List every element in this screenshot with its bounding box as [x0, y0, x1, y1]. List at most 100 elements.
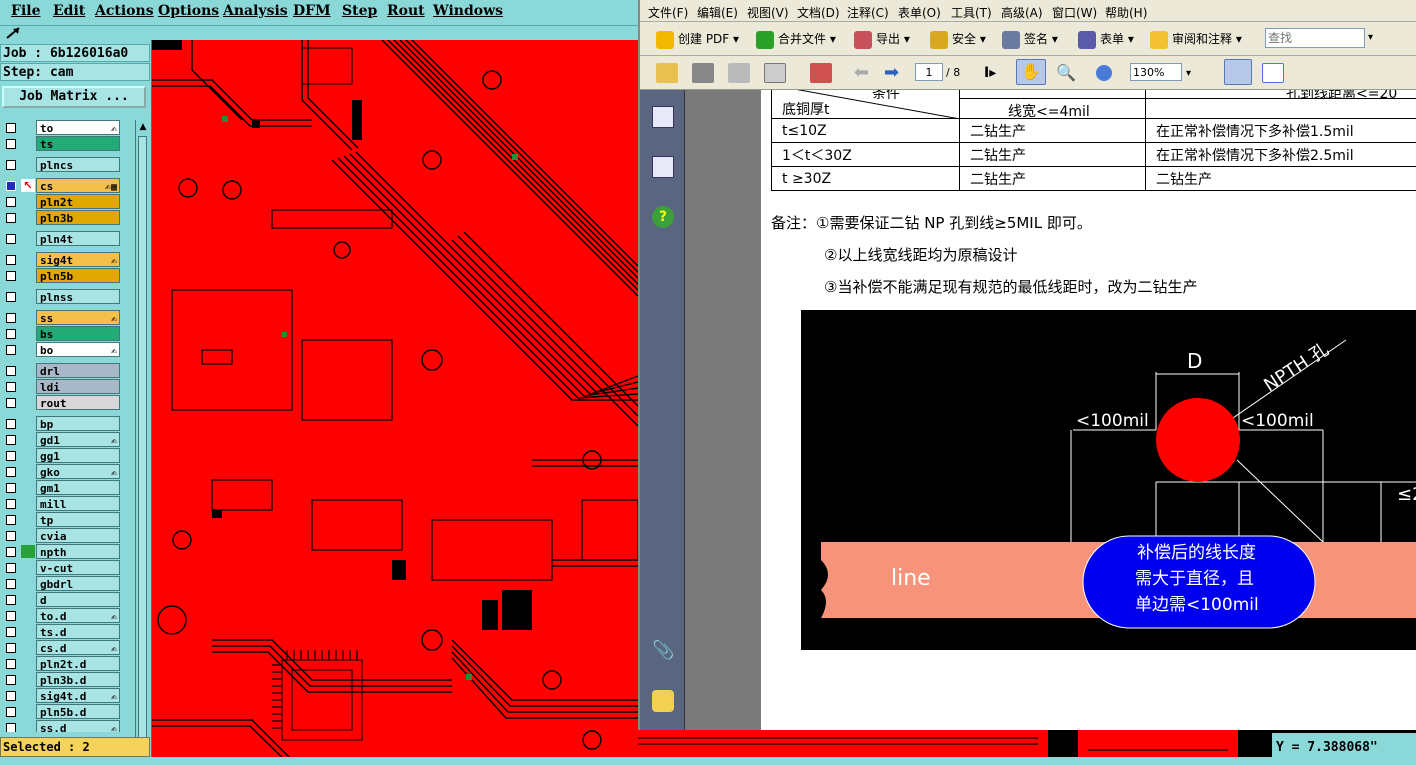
layer-checkbox[interactable]	[6, 515, 16, 525]
cam-menu-windows[interactable]: Windows	[433, 3, 503, 19]
layer-checkbox[interactable]	[6, 579, 16, 589]
pcb-graphics-canvas[interactable]	[152, 40, 638, 765]
security-button[interactable]: 安全 ▾	[930, 28, 986, 50]
layer-checkbox[interactable]	[6, 234, 16, 244]
export-button[interactable]: 导出 ▾	[854, 28, 910, 50]
text-select-icon[interactable]: I▸	[984, 63, 1006, 83]
layer-row-pln2t[interactable]: pln2t	[2, 194, 122, 209]
layer-checkbox[interactable]	[6, 139, 16, 149]
layer-checkbox[interactable]	[6, 213, 16, 223]
layer-row-gd1[interactable]: gd1 ✍	[2, 432, 122, 447]
layer-checkbox[interactable]	[6, 595, 16, 605]
layer-row-cs-d[interactable]: cs.d ✍	[2, 640, 122, 655]
zoom-dropdown-icon[interactable]: ▾	[1186, 68, 1191, 79]
layer-checkbox[interactable]	[6, 382, 16, 392]
search-input[interactable]	[1265, 28, 1365, 48]
scroll-up-icon[interactable]: ▲	[137, 122, 149, 134]
layer-row-ss[interactable]: ss ✍	[2, 310, 122, 325]
cam-menu-edit[interactable]: Edit	[53, 3, 85, 19]
layer-checkbox[interactable]	[6, 531, 16, 541]
layer-row-gbdrl[interactable]: gbdrl	[2, 576, 122, 591]
pages-icon[interactable]	[652, 106, 674, 128]
layer-row-ldi[interactable]: ldi	[2, 379, 122, 394]
attachments-icon[interactable]: 📎	[652, 640, 674, 662]
layer-checkbox[interactable]	[6, 563, 16, 573]
layer-checkbox[interactable]	[6, 123, 16, 133]
layer-checkbox[interactable]	[6, 419, 16, 429]
scroll-thumb[interactable]	[138, 136, 147, 746]
cam-menu-file[interactable]: File	[11, 3, 40, 19]
layer-checkbox[interactable]	[6, 329, 16, 339]
signatures-icon[interactable]	[652, 156, 674, 178]
layer-row-pln3b[interactable]: pln3b	[2, 210, 122, 225]
review-comment-button[interactable]: 审阅和注释 ▾	[1150, 28, 1242, 50]
reader-menu-file[interactable]: 文件(F)	[648, 4, 688, 21]
layer-row-cvia[interactable]: cvia	[2, 528, 122, 543]
layer-row-rout[interactable]: rout	[2, 395, 122, 410]
reader-menu-tools[interactable]: 工具(T)	[951, 4, 992, 21]
merge-files-button[interactable]: 合并文件 ▾	[756, 28, 836, 50]
layer-checkbox[interactable]	[6, 499, 16, 509]
next-page-icon[interactable]: ➡	[884, 63, 906, 83]
print-icon[interactable]	[692, 63, 714, 83]
layer-row-sig4t-d[interactable]: sig4t.d ✍	[2, 688, 122, 703]
create-pdf-button[interactable]: 创建 PDF ▾	[656, 28, 739, 50]
cam-menu-analysis[interactable]: Analysis	[223, 3, 288, 19]
cam-menu-options[interactable]: Options	[158, 3, 219, 19]
layer-row-cs[interactable]: ↖ cs ✍▦	[2, 178, 122, 193]
sign-button[interactable]: 签名 ▾	[1002, 28, 1058, 50]
full-screen-icon[interactable]	[1262, 63, 1284, 83]
layer-row-ts-d[interactable]: ts.d	[2, 624, 122, 639]
pdf-info-icon[interactable]	[810, 63, 832, 83]
reader-menu-help[interactable]: 帮助(H)	[1105, 4, 1147, 21]
layer-row-pln5b[interactable]: pln5b	[2, 268, 122, 283]
layer-checkbox[interactable]	[6, 467, 16, 477]
layer-checkbox[interactable]	[6, 723, 16, 732]
cam-menu-rout[interactable]: Rout	[387, 3, 425, 19]
layer-checkbox[interactable]	[6, 197, 16, 207]
zoom-out-icon[interactable]	[1096, 65, 1112, 81]
layer-checkbox[interactable]	[6, 435, 16, 445]
cam-menu-step[interactable]: Step	[342, 3, 377, 19]
layer-checkbox[interactable]	[6, 627, 16, 637]
zoom-tool-icon[interactable]: 🔍	[1056, 63, 1078, 83]
reader-menu-document[interactable]: 文档(D)	[797, 4, 840, 21]
page-number-input[interactable]	[915, 63, 943, 81]
layer-row-gko[interactable]: gko ✍	[2, 464, 122, 479]
layer-row-mill[interactable]: mill	[2, 496, 122, 511]
layer-row-d[interactable]: d	[2, 592, 122, 607]
layer-checkbox[interactable]	[6, 398, 16, 408]
hand-tool-icon[interactable]: ✋	[1016, 59, 1046, 85]
reader-menu-view[interactable]: 视图(V)	[747, 4, 789, 21]
document-viewport[interactable]: 条件 底铜厚t 线宽<=4mil 孔到线距离<=20 t≤10Z 二钻生产 在正…	[685, 90, 1416, 730]
layer-row-bs[interactable]: bs	[2, 326, 122, 341]
save-icon[interactable]	[728, 63, 750, 83]
layer-checkbox[interactable]	[6, 483, 16, 493]
reader-menu-forms[interactable]: 表单(O)	[898, 4, 941, 21]
reader-menu-window[interactable]: 窗口(W)	[1052, 4, 1097, 21]
layer-checkbox[interactable]	[6, 160, 16, 170]
open-folder-icon[interactable]	[656, 63, 678, 83]
layer-row-bo[interactable]: bo ✍	[2, 342, 122, 357]
layer-row-pln4t[interactable]: pln4t	[2, 231, 122, 246]
layer-row-pln5b-d[interactable]: pln5b.d	[2, 704, 122, 719]
layer-row-ss-d[interactable]: ss.d ✍	[2, 720, 122, 732]
layer-row-npth[interactable]: npth	[2, 544, 122, 559]
layer-checkbox[interactable]	[6, 675, 16, 685]
layer-row-pln2t-d[interactable]: pln2t.d	[2, 656, 122, 671]
layer-row-pln3b-d[interactable]: pln3b.d	[2, 672, 122, 687]
layer-checkbox[interactable]	[6, 271, 16, 281]
zoom-level-input[interactable]	[1130, 63, 1182, 81]
layer-checkbox[interactable]	[6, 181, 16, 191]
comments-icon[interactable]	[652, 690, 674, 712]
layer-scrollbar[interactable]: ▲ ▼	[135, 120, 149, 765]
layer-checkbox[interactable]	[6, 292, 16, 302]
layer-checkbox[interactable]	[6, 611, 16, 621]
layer-checkbox[interactable]	[6, 366, 16, 376]
layer-checkbox[interactable]	[6, 255, 16, 265]
layer-row-tp[interactable]: tp	[2, 512, 122, 527]
layer-checkbox[interactable]	[6, 547, 16, 557]
arrow-cursor-icon[interactable]	[4, 26, 24, 40]
layer-checkbox[interactable]	[6, 313, 16, 323]
layer-checkbox[interactable]	[6, 451, 16, 461]
